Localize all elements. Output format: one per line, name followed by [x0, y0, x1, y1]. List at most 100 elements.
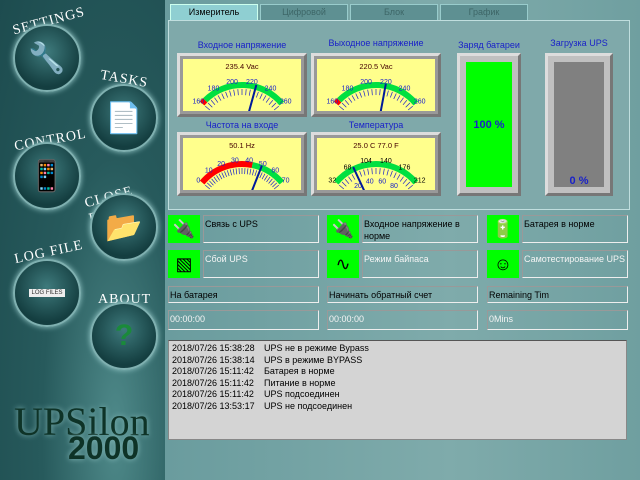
- gauge-tick: [246, 168, 249, 175]
- gauge-tick-label: 200: [226, 79, 238, 86]
- gauge-tick: [367, 168, 370, 175]
- gauge-tick-label-c: 40: [366, 179, 374, 186]
- gauge-tick: [407, 105, 413, 111]
- gauge-tick: [259, 93, 263, 100]
- input-voltage-gauge: 160 180 200 220 240 260 235.4 Vac: [177, 53, 307, 117]
- settings-button[interactable]: 🔧: [13, 24, 81, 92]
- gauge-tick: [245, 89, 247, 96]
- tab-block[interactable]: Блок: [350, 4, 438, 21]
- status-input-voltage: Входное напряжение в норме: [362, 215, 478, 243]
- folder-arrow-icon: 📂: [105, 210, 143, 244]
- tab-graph[interactable]: График: [440, 4, 528, 21]
- log-file-button[interactable]: LOG FILES: [13, 259, 81, 327]
- gauge-tick: [235, 168, 238, 175]
- gauge-tick-label: 260: [280, 98, 292, 105]
- load-title: Загрузка UPS: [550, 38, 608, 48]
- log-entry: 2018/07/26 15:38:14 UPS в режиме BYPASS: [172, 354, 363, 365]
- gauge-tick-label: 32: [328, 177, 336, 184]
- gauge-tick: [207, 102, 213, 108]
- gauge-tick: [399, 176, 404, 182]
- gauge-tick: [216, 175, 220, 181]
- input-voltage-title: Входное напряжение: [197, 40, 287, 50]
- control-button[interactable]: 📱: [13, 142, 81, 210]
- output-voltage-title: Выходное напряжение: [328, 38, 424, 48]
- battery-percent: 100 %: [473, 118, 505, 131]
- ups-unit-icon: ▧: [168, 250, 200, 278]
- close-file-button[interactable]: 📂: [90, 193, 158, 261]
- gauge-tick-label: 200: [360, 79, 372, 86]
- gauge-tick: [348, 97, 353, 103]
- input-frequency-gauge: 0 10 20 30 40 50 60 70 50.1 Hz: [177, 132, 307, 196]
- gauge-tick: [371, 168, 373, 175]
- gauge-tick: [264, 175, 268, 181]
- gauge-readout: 235.4 Vac: [225, 62, 258, 71]
- event-log[interactable]: 2018/07/26 15:38:28 UPS не в режиме Bypas…: [168, 340, 627, 440]
- gauge-tick: [344, 100, 350, 106]
- gauge-tick: [405, 181, 411, 187]
- battery-fill: 100 %: [466, 62, 512, 187]
- log-entry: 2018/07/26 13:53:17 UPS не подсоединен: [172, 400, 353, 411]
- gauge-tick: [348, 176, 353, 182]
- gauge-tick: [205, 105, 211, 111]
- gauge-tick: [252, 169, 255, 176]
- load-percent: 0 %: [569, 175, 589, 187]
- about-button[interactable]: ?: [90, 302, 158, 370]
- gauge-tick-label-c: 60: [378, 179, 386, 186]
- gauge-tick-label: 104: [360, 158, 372, 165]
- gauge-tick-label: 212: [414, 177, 426, 184]
- tab-digital[interactable]: Цифровой: [260, 4, 348, 21]
- on-battery-label: На батарея: [168, 286, 319, 303]
- gauge-readout: 25.0 C 77.0 F: [353, 141, 399, 150]
- gauge-tick: [256, 91, 259, 98]
- output-voltage-gauge: 160 180 200 220 240 260 220.5 Vac: [311, 53, 441, 117]
- gauge-tick: [237, 89, 239, 96]
- tasks-button[interactable]: 📄: [90, 84, 158, 152]
- gauge-tick: [248, 89, 251, 96]
- gauge-tick: [402, 179, 408, 185]
- gauge-tick: [254, 170, 258, 177]
- gauge-tick-label: 160: [192, 98, 204, 105]
- battery-icon: 🔋: [487, 215, 519, 243]
- gauge-tick: [386, 90, 389, 97]
- on-battery-value: 00:00:00: [168, 310, 319, 330]
- gauge-tick: [402, 100, 408, 106]
- load-bar: 0 %: [545, 53, 613, 196]
- gauge-tick: [225, 91, 228, 98]
- gauge-tick: [363, 90, 366, 97]
- gauge-tick: [262, 95, 267, 101]
- power-plug-icon: 🔌: [327, 215, 359, 243]
- gauge-tick-label: 20: [217, 161, 225, 168]
- sidebar: SETTINGS 🔧 TASKS 📄 CONTROL 📱 CLOSE FILE …: [0, 0, 165, 480]
- gauge-tick: [205, 184, 211, 190]
- gauge-tick-label: 176: [399, 165, 411, 172]
- countdown-value: 00:00:00: [327, 310, 478, 330]
- gauge-tick-label: 160: [326, 98, 338, 105]
- gauge-tick: [211, 178, 216, 184]
- gauge-tick: [226, 170, 230, 177]
- serial-cable-icon: 🔌: [168, 215, 200, 243]
- status-self-test: Самотестирование UPS: [522, 250, 628, 278]
- gauge-tick: [396, 95, 401, 101]
- countdown-label: Начинать обратный счет: [327, 286, 478, 303]
- temperature-gauge: 320682010440140601768021210025.0 C 77.0 …: [311, 132, 441, 196]
- gauge-tick: [273, 184, 279, 190]
- gauge-tick: [266, 176, 271, 183]
- gauge-tick: [221, 172, 225, 179]
- gauge-tick: [393, 172, 397, 179]
- gauge-tick: [363, 169, 366, 176]
- gauge-tick: [379, 168, 381, 175]
- gauge-tick: [249, 168, 252, 175]
- battery-title: Заряд батареи: [458, 40, 520, 50]
- gauge-tick: [259, 172, 263, 179]
- gauge-tick: [351, 174, 356, 180]
- input-frequency-title: Частота на входе: [205, 120, 279, 130]
- gauge-tick: [233, 89, 236, 96]
- gauge-readout: 50.1 Hz: [229, 141, 255, 150]
- gauge-tick: [355, 93, 359, 100]
- gauge-tick: [206, 182, 212, 188]
- gauge-tick: [339, 105, 345, 111]
- gauge-tick: [217, 95, 222, 101]
- tab-meter[interactable]: Измеритель: [170, 4, 258, 21]
- gauge-tick: [344, 179, 350, 185]
- gauge-tick-label: 260: [414, 98, 426, 105]
